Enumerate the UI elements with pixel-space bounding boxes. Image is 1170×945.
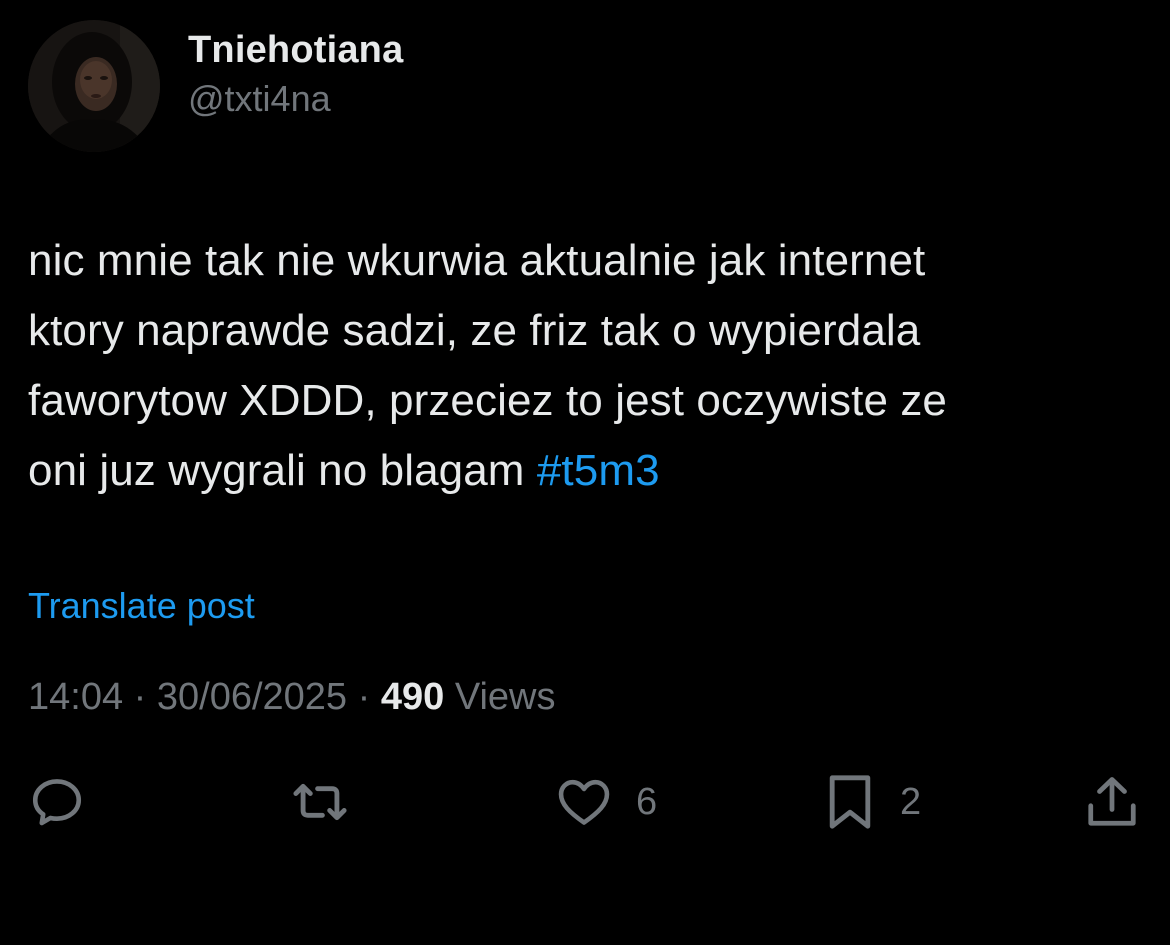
tweet-date[interactable]: 30/06/2025 bbox=[157, 676, 347, 718]
translate-post-link[interactable]: Translate post bbox=[28, 584, 255, 628]
meta-separator: · bbox=[357, 676, 381, 718]
tweet-time[interactable]: 14:04 bbox=[28, 676, 123, 718]
like-count: 6 bbox=[636, 781, 658, 823]
like-button[interactable]: 6 bbox=[554, 762, 657, 842]
tweet-header: Tniehotiana @txti4na bbox=[28, 20, 403, 152]
hashtag-link[interactable]: #t5m3 bbox=[537, 446, 660, 495]
profile-photo-icon bbox=[28, 20, 160, 152]
tweet-meta: 14:04 · 30/06/2025 · 490 Views bbox=[28, 672, 556, 722]
retweet-icon bbox=[293, 783, 347, 821]
avatar[interactable] bbox=[28, 20, 160, 152]
author-handle[interactable]: @txti4na bbox=[188, 77, 403, 121]
bookmark-icon bbox=[829, 775, 871, 829]
tweet-text-segment: oni juz wygrali no blagam bbox=[28, 446, 537, 495]
views-label: Views bbox=[454, 676, 556, 718]
share-icon bbox=[1088, 777, 1136, 826]
tweet-text-line: ktory naprawde sadzi, ze friz tak o wypi… bbox=[28, 306, 921, 355]
tweet-text-line: oni juz wygrali no blagam #t5m3 bbox=[28, 436, 1138, 506]
views-count: 490 bbox=[380, 676, 445, 718]
share-button[interactable] bbox=[1082, 762, 1142, 842]
reply-button[interactable] bbox=[28, 762, 86, 842]
author-display-name[interactable]: Tniehotiana bbox=[188, 27, 403, 73]
tweet-text: nic mnie tak nie wkurwia aktualnie jak i… bbox=[28, 226, 1138, 506]
retweet-button[interactable] bbox=[286, 762, 354, 842]
tweet-text-line: faworytow XDDD, przeciez to jest oczywis… bbox=[28, 376, 948, 425]
author-names: Tniehotiana @txti4na bbox=[188, 27, 403, 121]
action-bar: 6 2 bbox=[0, 762, 1170, 842]
tweet-text-line: nic mnie tak nie wkurwia aktualnie jak i… bbox=[28, 236, 926, 285]
meta-separator: · bbox=[133, 676, 157, 718]
reply-icon bbox=[32, 779, 82, 826]
bookmark-button[interactable]: 2 bbox=[822, 762, 921, 842]
bookmark-count: 2 bbox=[900, 781, 922, 823]
tweet-detail: Tniehotiana @txti4na nic mnie tak nie wk… bbox=[0, 0, 1170, 945]
heart-icon bbox=[558, 779, 610, 825]
